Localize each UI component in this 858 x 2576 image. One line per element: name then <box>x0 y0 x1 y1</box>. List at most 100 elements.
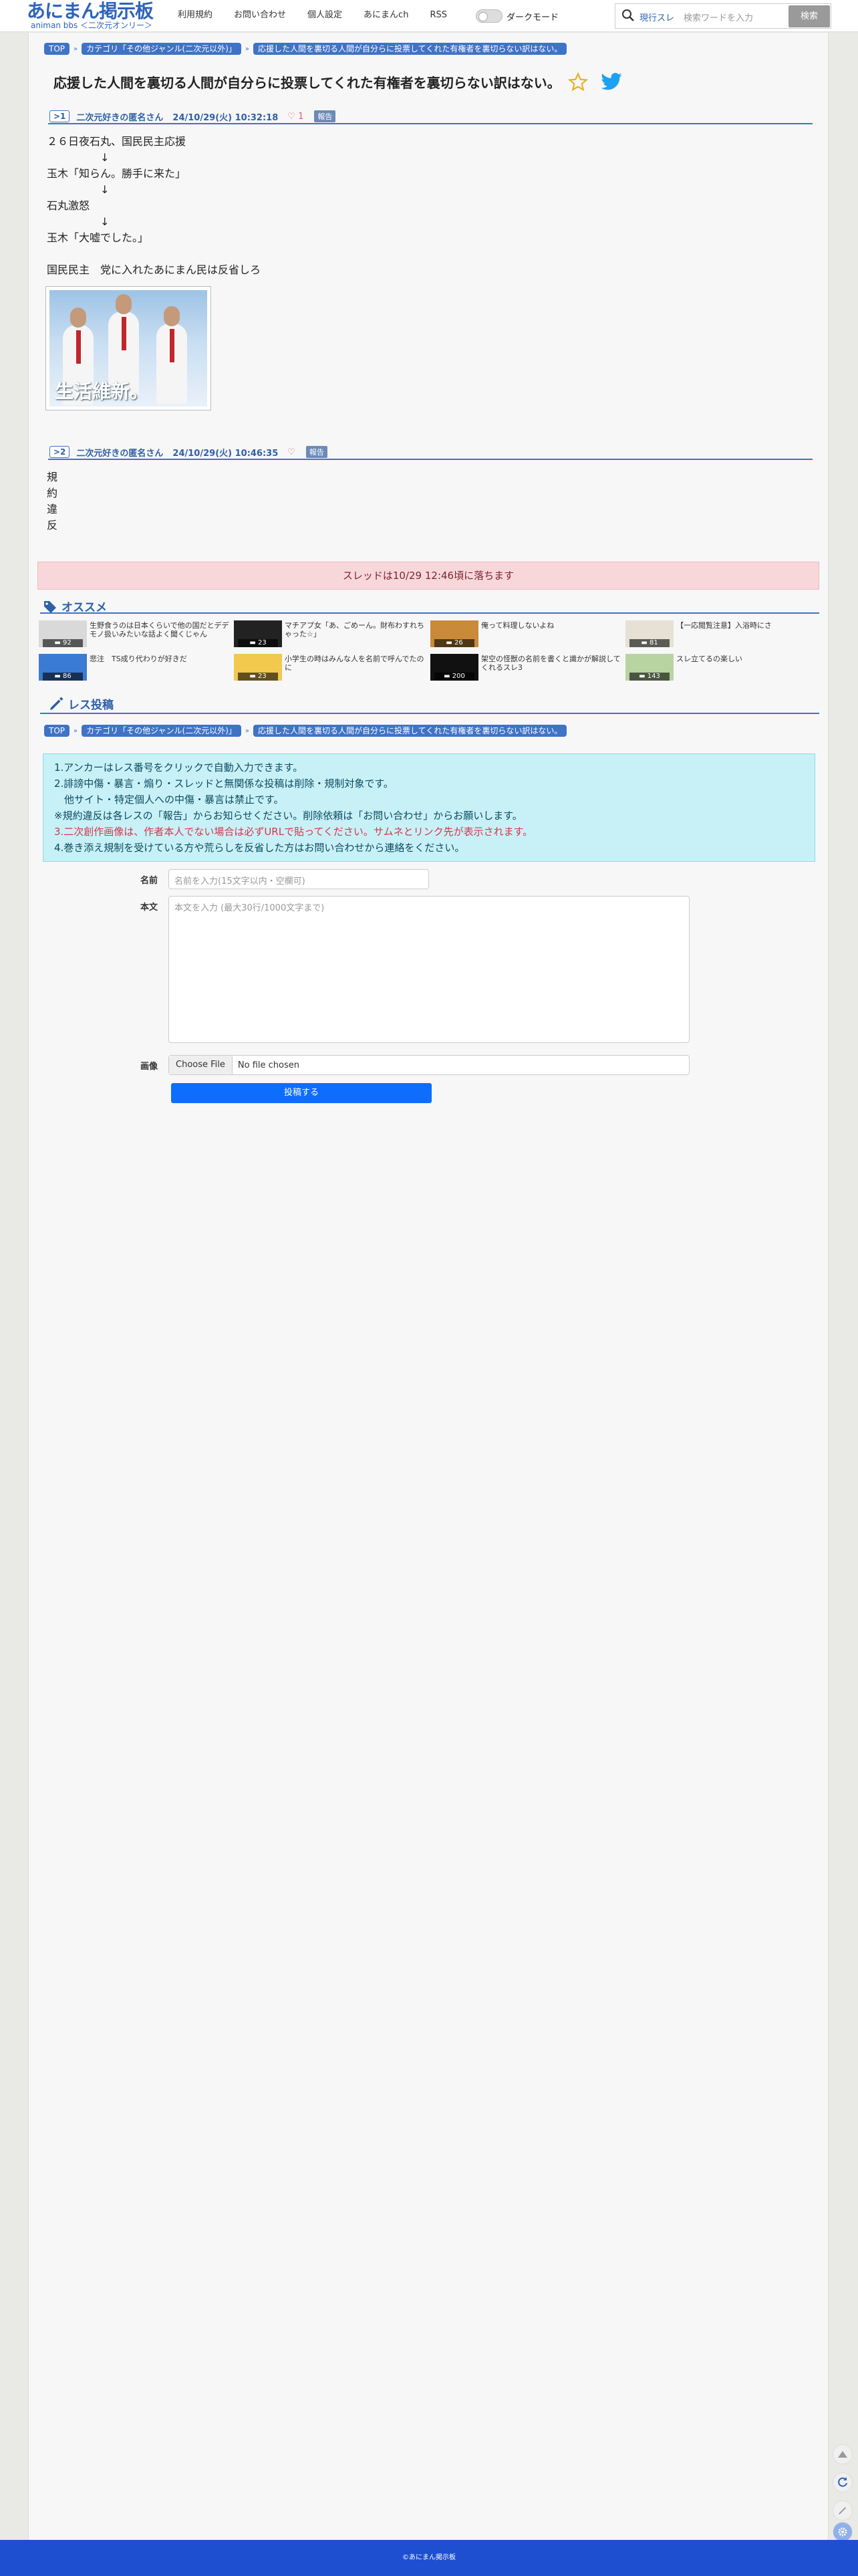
dark-mode-label: ダークモード <box>507 13 559 23</box>
image-file-input[interactable]: Choose File No file chosen <box>168 1055 690 1075</box>
breadcrumb-separator-icon: » <box>74 727 78 735</box>
settings-gear-icon[interactable] <box>833 2522 853 2542</box>
posting-rules: 1.アンカーはレス番号をクリックで自動入力できます。 2.誹謗中傷・暴言・煽り・… <box>43 753 815 862</box>
recommend-item[interactable]: ▬ 143 スレ立てるの楽しい <box>625 654 819 681</box>
compose-icon[interactable] <box>833 2500 853 2521</box>
breadcrumb-category[interactable]: カテゴリ「その他ジャンル(二次元以外)」 <box>82 43 241 55</box>
comment-count: ▬ 26 <box>434 639 474 647</box>
comment-count: ▬ 23 <box>238 639 278 647</box>
report-button[interactable]: 報告 <box>314 110 336 122</box>
rule-line: ※規約違反は各レスの「報告」からお知らせください。削除依頼は「お問い合わせ」から… <box>54 810 523 822</box>
rule-line: 4.巻き添え規制を受けている方や荒らしを反省した方はお問い合わせから連絡をくださ… <box>54 842 465 854</box>
breadcrumb-top[interactable]: TOP <box>44 725 70 737</box>
recommend-title: マチアプ女「あ、ごめーん。財布わすれちゃった☆」 <box>285 621 424 638</box>
nav-terms[interactable]: 利用規約 <box>178 9 212 21</box>
body-textarea[interactable]: 本文を入力 (最大30行/1000文字まで) <box>168 896 690 1043</box>
body-label: 本文 <box>140 903 158 913</box>
reply-title: レス投稿 <box>68 699 114 712</box>
top-bar: あにまん掲示板 animan bbs ＜二次元オンリー＞ 利用規約 お問い合わせ… <box>0 0 858 32</box>
comment-count: ▬ 23 <box>238 673 278 681</box>
choose-file-button[interactable]: Choose File <box>169 1056 233 1074</box>
scroll-top-icon[interactable] <box>833 2444 853 2464</box>
recommend-item[interactable]: ▬ 81 【一応閲覧注意】入浴時にさ <box>625 620 819 647</box>
name-input[interactable]: 名前を入力(15文字以内・空欄可) <box>168 869 429 889</box>
tag-icon <box>44 600 56 613</box>
rule-line: 他サイト・特定個人への中傷・暴言は禁止です。 <box>54 794 284 806</box>
name-label: 名前 <box>140 876 158 886</box>
recommend-item[interactable]: ▬ 26 俺って料理しないよね <box>430 620 624 647</box>
report-button[interactable]: 報告 <box>305 446 327 458</box>
recommend-title: 生野食うのは日本くらいで他の国だとデデモノ扱いみたいな話よく聞くじゃん <box>90 621 229 638</box>
comment-count: ▬ 81 <box>629 639 670 647</box>
nav-settings[interactable]: 個人設定 <box>307 9 342 21</box>
comment-count: ▬ 200 <box>434 673 474 681</box>
like-heart-icon[interactable]: ♡ <box>287 447 295 457</box>
post-number[interactable]: >1 <box>49 110 70 122</box>
reply-heading: レス投稿 <box>48 695 114 712</box>
logo-main: あにまん掲示板 <box>27 0 154 22</box>
thread-expire-notice: スレッドは10/29 12:46頃に落ちます <box>37 562 819 590</box>
comment-count: ▬ 92 <box>43 639 83 647</box>
pencil-icon <box>50 697 63 710</box>
breadcrumb-top[interactable]: TOP <box>44 43 70 55</box>
breadcrumb-separator-icon: » <box>245 727 250 735</box>
post-header: >1 二次元好きの匿名さん 24/10/29(火) 10:32:18 ♡ 1 報… <box>48 110 813 124</box>
recommend-title: 悲注 TS成り代わりが好きだ <box>90 655 187 663</box>
search-scope[interactable]: 現行スレ <box>639 11 674 23</box>
breadcrumb-thread[interactable]: 応援した人間を裏切る人間が自分らに投票してくれた有権者を裏切らない訳はない。 <box>253 725 567 737</box>
twitter-share-icon[interactable] <box>600 72 623 92</box>
image-label: 画像 <box>140 1062 158 1072</box>
recommend-item[interactable]: ▬ 92 生野食うのは日本くらいで他の国だとデデモノ扱いみたいな話よく聞くじゃん <box>39 620 233 647</box>
nav-contact[interactable]: お問い合わせ <box>234 9 286 21</box>
search-button[interactable]: 検索 <box>789 5 830 27</box>
rule-line: 3.二次創作画像は、作者本人でない場合は必ずURLで貼ってください。サムネとリン… <box>54 826 533 838</box>
recommend-item[interactable]: ▬ 23 小学生の時はみんな人を名前で呼んでたのに <box>234 654 428 681</box>
recommend-title: 俺って料理しないよね <box>481 621 555 630</box>
breadcrumb: TOP » カテゴリ「その他ジャンル(二次元以外)」 » 応援した人間を裏切る人… <box>44 43 567 55</box>
breadcrumb: TOP » カテゴリ「その他ジャンル(二次元以外)」 » 応援した人間を裏切る人… <box>44 725 567 737</box>
submit-button[interactable]: 投稿する <box>171 1083 432 1103</box>
comment-count: ▬ 86 <box>43 673 83 681</box>
image-caption: 生活維新。 <box>55 380 149 402</box>
footer: ©あにまん掲示板 <box>0 2540 858 2576</box>
recommend-title: 小学生の時はみんな人を名前で呼んでたのに <box>285 655 424 672</box>
post-author: 二次元好きの匿名さん <box>76 448 164 459</box>
recommend-title: スレ立てるの楽しい <box>676 655 742 663</box>
rule-line: 2.誹謗中傷・暴言・煽り・スレッドと無関係な投稿は削除・規制対象です。 <box>54 778 394 790</box>
breadcrumb-thread[interactable]: 応援した人間を裏切る人間が自分らに投票してくれた有権者を裏切らない訳はない。 <box>253 43 567 55</box>
like-count: 1 <box>298 111 304 122</box>
file-status: No file chosen <box>237 1060 299 1070</box>
post-date: 24/10/29(火) 10:32:18 <box>172 112 279 123</box>
logo-sub: animan bbs ＜二次元オンリー＞ <box>31 21 153 30</box>
post-number[interactable]: >2 <box>49 446 70 458</box>
section-divider <box>40 713 819 714</box>
politicians-photo: 生活維新。 <box>49 290 207 406</box>
post-header: >2 二次元好きの匿名さん 24/10/29(火) 10:46:35 ♡ 報告 <box>48 445 813 460</box>
recommend-item[interactable]: ▬ 86 悲注 TS成り代わりが好きだ <box>39 654 233 681</box>
like-heart-icon[interactable]: ♡ 1 <box>287 112 303 122</box>
comment-count: ▬ 143 <box>629 673 670 681</box>
search-input[interactable]: 検索ワードを入力 <box>684 11 753 23</box>
breadcrumb-separator-icon: » <box>74 45 78 53</box>
post-body: 規 約 違 反 <box>47 471 58 532</box>
breadcrumb-separator-icon: » <box>245 45 250 53</box>
nav-animanch[interactable]: あにまんch <box>364 9 408 21</box>
nav-rss[interactable]: RSS <box>430 9 447 21</box>
reload-icon[interactable] <box>833 2472 853 2492</box>
breadcrumb-category[interactable]: カテゴリ「その他ジャンル(二次元以外)」 <box>82 725 241 737</box>
post-date: 24/10/29(火) 10:46:35 <box>172 448 279 459</box>
site-logo[interactable]: あにまん掲示板 animan bbs ＜二次元オンリー＞ <box>27 0 154 30</box>
recommend-item[interactable]: ▬ 200 架空の怪獣の名前を書くと識かが解説してくれるスレ3 <box>430 654 624 681</box>
thread-title: 応援した人間を裏切る人間が自分らに投票してくれた有権者を裏切らない訳はない。 <box>53 75 561 91</box>
recommend-title: 架空の怪獣の名前を書くと識かが解説してくれるスレ3 <box>481 655 621 672</box>
post-author: 二次元好きの匿名さん <box>76 112 164 123</box>
dark-mode-toggle[interactable] <box>476 9 503 23</box>
recommend-title: 【一応閲覧注意】入浴時にさ <box>676 621 772 630</box>
post-body: ２６日夜石丸、国民民主応援 ↓ 玉木「知らん。勝手に来た」 ↓ 石丸激怒 ↓ 玉… <box>47 135 261 276</box>
recommend-item[interactable]: ▬ 23 マチアプ女「あ、ごめーん。財布わすれちゃった☆」 <box>234 620 428 647</box>
post-image[interactable]: 生活維新。 <box>45 286 211 411</box>
favorite-star-icon[interactable] <box>568 72 588 92</box>
section-divider <box>40 612 819 614</box>
search-icon <box>622 9 634 21</box>
top-nav: 利用規約 お問い合わせ 個人設定 あにまんch RSS <box>178 9 468 21</box>
